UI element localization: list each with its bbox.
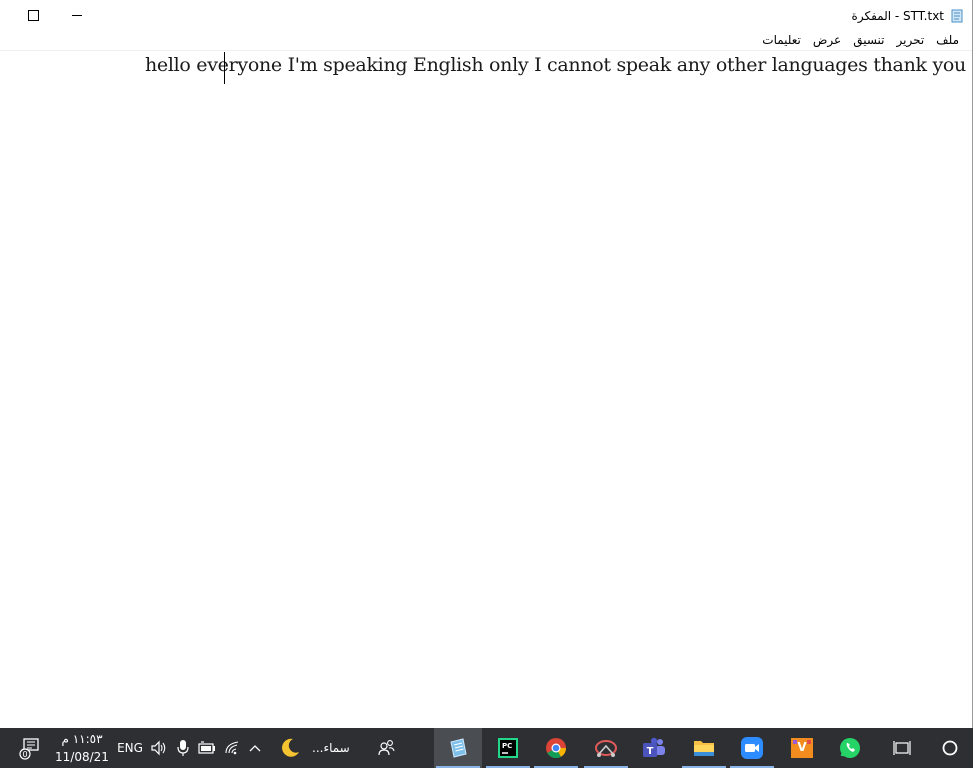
folder-icon [694,741,714,756]
clock-time: ١١:٥٣ م [61,732,103,746]
whatsapp-icon [840,738,860,758]
pycharm-icon: PC [498,738,518,758]
file-explorer-app[interactable] [680,728,728,768]
zoom-icon [741,737,763,759]
notification-badge: 0 [22,750,27,759]
snipping-app[interactable] [582,728,630,768]
wifi-icon [225,741,239,755]
menu-file[interactable]: ملف [930,32,965,48]
microphone-button[interactable] [173,728,193,768]
svg-text:V: V [797,740,807,754]
chrome-app[interactable] [532,728,580,768]
microphone-icon [177,740,189,756]
task-view-button[interactable] [886,728,918,768]
window-title: STT.txt - المفكرة [851,9,944,23]
minimize-icon [72,15,82,16]
v-app[interactable]: V [778,728,826,768]
minimize-button[interactable] [54,0,100,31]
menu-bar: ملف تحرير تنسيق عرض تعليمات [0,31,972,51]
title-group: STT.txt - المفكرة [852,8,964,24]
taskbar: 0 ١١:٥٣ م 11/08/21 ENG سماء... PC T V [0,728,973,768]
menu-edit[interactable]: تحرير [891,32,931,48]
zoom-app[interactable] [728,728,776,768]
battery-icon [198,741,215,754]
chevron-up-icon [249,745,261,752]
network-button[interactable] [222,728,244,768]
svg-text:PC: PC [502,742,512,750]
volume-button[interactable] [148,728,170,768]
maximize-button[interactable] [10,0,56,31]
notepad-icon [450,738,467,758]
maximize-icon [27,10,39,21]
pycharm-app[interactable]: PC [484,728,532,768]
teams-app[interactable]: T [630,728,678,768]
notepad-icon [951,9,963,23]
cortana-button[interactable] [934,728,966,768]
cortana-icon [942,740,958,756]
notepad-window: STT.txt - المفكرة ملف تحرير تنسيق عرض تع… [0,0,973,728]
weather-widget[interactable]: سماء... [278,728,358,768]
snipping-icon [595,740,617,757]
show-hidden-icons-button[interactable] [246,728,264,768]
system-clock[interactable]: ١١:٥٣ م 11/08/21 [52,730,112,766]
v-app-icon: V [791,738,813,758]
people-button[interactable] [372,728,402,768]
moon-icon [282,738,299,757]
clock-date: 11/08/21 [55,750,109,764]
menu-help[interactable]: تعليمات [756,32,807,48]
text-caret [224,52,225,84]
language-indicator[interactable]: ENG [115,728,145,768]
task-view-icon [893,741,911,755]
menu-format[interactable]: تنسيق [847,32,890,48]
language-label: ENG [117,741,143,755]
battery-button[interactable] [196,728,218,768]
notepad-app[interactable] [434,728,482,768]
menu-view[interactable]: عرض [807,32,847,48]
text-editor[interactable]: hello everyone I'm speaking English only… [0,51,972,727]
svg-text:T: T [647,746,654,757]
notification-icon: 0 [19,738,39,760]
menu-items: ملف تحرير تنسيق عرض تعليمات [756,32,965,48]
whatsapp-app[interactable] [826,728,874,768]
chrome-icon [546,738,567,759]
weather-label: سماء... [312,741,350,755]
action-center-button[interactable]: 0 [12,728,48,768]
speaker-icon [151,740,166,756]
teams-icon: T [643,737,665,757]
editor-text-line: hello everyone I'm speaking English only… [144,54,966,76]
people-icon [378,740,395,756]
title-bar[interactable]: STT.txt - المفكرة [0,0,972,31]
